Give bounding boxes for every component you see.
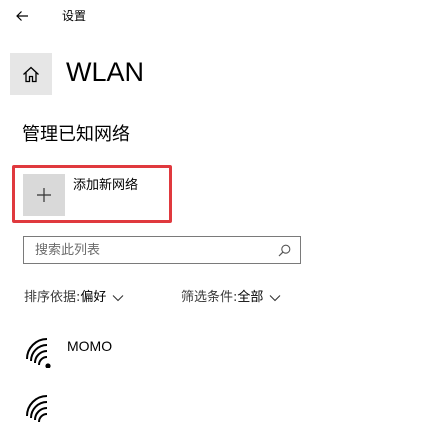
window-title: 设置 xyxy=(62,9,87,23)
search-box[interactable] xyxy=(23,236,301,264)
add-network-button[interactable]: 添加新网络 xyxy=(23,174,173,218)
chevron-down-icon xyxy=(112,294,124,302)
sort-dropdown[interactable]: 排序依据: 偏好 xyxy=(24,289,124,307)
back-button[interactable] xyxy=(8,4,36,28)
home-icon xyxy=(23,66,39,82)
section-title: 管理已知网络 xyxy=(22,124,130,145)
network-name: MOMO xyxy=(67,338,113,354)
filter-label: 筛选条件: xyxy=(181,290,238,305)
page-title: WLAN xyxy=(66,57,145,87)
network-item[interactable] xyxy=(22,395,422,445)
add-network-label: 添加新网络 xyxy=(73,178,139,193)
wifi-icon xyxy=(26,338,51,368)
filter-dropdown[interactable]: 筛选条件: 全部 xyxy=(181,289,281,307)
title-bar: 设置 xyxy=(0,0,437,34)
chevron-down-icon xyxy=(269,294,281,302)
add-network-tile xyxy=(23,174,65,216)
filter-value: 全部 xyxy=(237,290,264,305)
search-input[interactable] xyxy=(24,238,276,262)
sort-label: 排序依据: xyxy=(24,290,81,305)
network-item[interactable]: MOMO xyxy=(22,338,422,388)
back-arrow-icon xyxy=(16,11,28,21)
search-icon[interactable] xyxy=(276,242,292,258)
home-button[interactable] xyxy=(10,53,52,95)
wifi-icon xyxy=(26,395,48,423)
sort-value: 偏好 xyxy=(80,290,107,305)
plus-icon xyxy=(37,188,51,202)
